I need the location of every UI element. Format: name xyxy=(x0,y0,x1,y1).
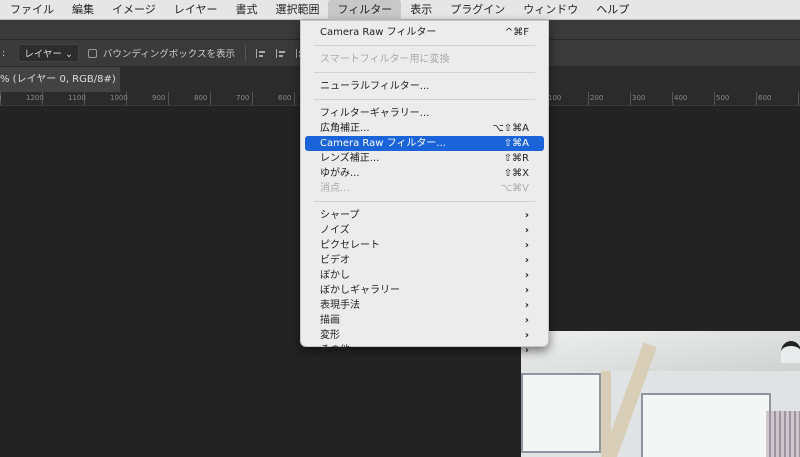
menu-item-label: 消点... xyxy=(320,183,350,194)
filter-submenu-item[interactable]: ノイズ › xyxy=(305,223,544,238)
ruler-label: 300 xyxy=(632,94,646,102)
document-tab[interactable]: % (レイヤー 0, RGB/8#) * xyxy=(0,67,120,110)
filter-submenu-item[interactable]: シャープ › xyxy=(305,208,544,223)
chevron-down-icon: ⌄ xyxy=(64,49,73,60)
filter-submenu-item[interactable]: 描画 › xyxy=(305,313,544,328)
filter-submenu-item[interactable]: その他 › xyxy=(305,343,544,358)
filter-menu-item[interactable]: フィルターギャラリー... xyxy=(305,106,544,121)
bounding-box-checkbox[interactable] xyxy=(87,48,97,58)
ruler-label: 600 xyxy=(278,94,292,102)
dropdown-value: レイヤー xyxy=(24,49,62,60)
filter-submenu-item[interactable]: 表現手法 › xyxy=(305,298,544,313)
menu-item-label: ニューラルフィルター... xyxy=(320,81,430,92)
menu-item-label: Camera Raw フィルター... xyxy=(320,138,446,149)
ruler-label: 1100 xyxy=(68,94,86,102)
menu-item-label: フィルターギャラリー... xyxy=(320,108,430,119)
menu-8[interactable]: プラグイン xyxy=(441,0,514,20)
canvas-image xyxy=(521,331,800,457)
menu-9[interactable]: ウィンドウ xyxy=(514,0,587,20)
menu-item-label: ピクセレート xyxy=(320,240,380,251)
menu-separator xyxy=(314,72,535,73)
filter-menu: Camera Raw フィルター ^⌘F スマートフィルター用に変換 ニューラルフィル… xyxy=(300,20,549,356)
filter-menu-item[interactable]: Camera Raw フィルター... ⇧⌘A xyxy=(305,136,544,151)
shortcut-label: ⌥⇧⌘A xyxy=(492,123,529,134)
menu-item-label: ぼかし xyxy=(320,270,350,281)
filter-menu-item[interactable]: ニューラルフィルター... xyxy=(305,79,544,94)
filter-menu-item: スマートフィルター用に変換 xyxy=(305,52,544,67)
menu-item-label: Camera Raw フィルター xyxy=(320,27,437,38)
shortcut-label: ⇧⌘R xyxy=(503,153,529,164)
ruler-label: 1200 xyxy=(26,94,44,102)
menu-item-label: その他 xyxy=(320,345,350,356)
menu-separator xyxy=(314,45,535,46)
chevron-right-icon: › xyxy=(524,210,529,221)
menu-item-label: ノイズ xyxy=(320,225,350,236)
menu-separator xyxy=(314,99,535,100)
menu-item-label: レンズ補正... xyxy=(320,153,380,164)
menu-5[interactable]: 選択範囲 xyxy=(266,0,328,20)
chevron-right-icon: › xyxy=(524,270,529,281)
filter-menu-item[interactable]: レンズ補正... ⇧⌘R xyxy=(305,151,544,166)
ruler-label: 0 xyxy=(0,94,1,102)
filter-submenu-item[interactable]: ピクセレート › xyxy=(305,238,544,253)
shortcut-label: ⇧⌘A xyxy=(503,138,529,149)
filter-submenu-item[interactable]: ビデオ › xyxy=(305,253,544,268)
chevron-right-icon: › xyxy=(524,240,529,251)
align-center-icon[interactable] xyxy=(275,48,286,58)
align-left-icon[interactable] xyxy=(255,48,266,58)
ruler-label: 900 xyxy=(152,94,166,102)
chevron-right-icon: › xyxy=(524,345,529,356)
menu-item-label: スマートフィルター用に変換 xyxy=(320,54,450,65)
shortcut-label: ⇧⌘X xyxy=(503,168,529,179)
chevron-right-icon: › xyxy=(524,315,529,326)
menu-10[interactable]: ヘルプ xyxy=(587,0,638,20)
ruler-label: 400 xyxy=(674,94,688,102)
ruler-label: 600 xyxy=(758,94,772,102)
menu-7[interactable]: 表示 xyxy=(401,0,441,20)
menu-item-label: 描画 xyxy=(320,315,340,326)
menu-separator xyxy=(314,201,535,202)
menu-item-label: ぼかしギャラリー xyxy=(320,285,400,296)
ruler-label: 700 xyxy=(236,94,250,102)
menu-4[interactable]: 書式 xyxy=(226,0,266,20)
filter-submenu-item[interactable]: 変形 › xyxy=(305,328,544,343)
divider xyxy=(244,45,246,61)
chevron-right-icon: › xyxy=(524,330,529,341)
ruler-label: 500 xyxy=(716,94,730,102)
chevron-right-icon: › xyxy=(524,225,529,236)
menu-1[interactable]: 編集 xyxy=(63,0,103,20)
filter-submenu-item[interactable]: ぼかし › xyxy=(305,268,544,283)
menu-item-label: 広角補正... xyxy=(320,123,370,134)
menu-item-label: ビデオ xyxy=(320,255,350,266)
menu-bar: ファイル 編集 イメージ レイヤー 書式 選択範囲 フィルター 表示 プラグイン ウィンドウ ヘルプ xyxy=(0,0,800,20)
menu-2[interactable]: イメージ xyxy=(103,0,165,20)
menu-0[interactable]: ファイル xyxy=(0,0,63,20)
menu-item-label: シャープ xyxy=(320,210,360,221)
filter-submenu-item[interactable]: ぼかしギャラリー › xyxy=(305,283,544,298)
chevron-right-icon: › xyxy=(524,285,529,296)
shortcut-label: ⌥⌘V xyxy=(500,183,529,194)
filter-menu-item[interactable]: 広角補正... ⌥⇧⌘A xyxy=(305,121,544,136)
chevron-right-icon: › xyxy=(524,300,529,311)
filter-menu-item[interactable]: ゆがみ... ⇧⌘X xyxy=(305,166,544,181)
menu-item-label: 表現手法 xyxy=(320,300,360,311)
ruler-label: 200 xyxy=(590,94,604,102)
filter-menu-item[interactable]: Camera Raw フィルター ^⌘F xyxy=(305,25,544,40)
chevron-right-icon: › xyxy=(524,255,529,266)
menu-item-label: ゆがみ... xyxy=(320,168,360,179)
shortcut-label: ^⌘F xyxy=(504,27,529,38)
filter-menu-item: 消点... ⌥⌘V xyxy=(305,181,544,196)
menu-3[interactable]: レイヤー xyxy=(165,0,227,20)
menu-6[interactable]: フィルター xyxy=(328,0,402,20)
ruler-label: 1000 xyxy=(110,94,128,102)
ruler-label: 800 xyxy=(194,94,208,102)
menu-item-label: 変形 xyxy=(320,330,340,341)
ruler-label: 100 xyxy=(548,94,562,102)
options-prefix: : xyxy=(2,47,6,59)
auto-select-target-dropdown[interactable]: レイヤー ⌄ xyxy=(18,44,79,62)
bounding-box-label: バウンディングボックスを表示 xyxy=(102,49,235,60)
